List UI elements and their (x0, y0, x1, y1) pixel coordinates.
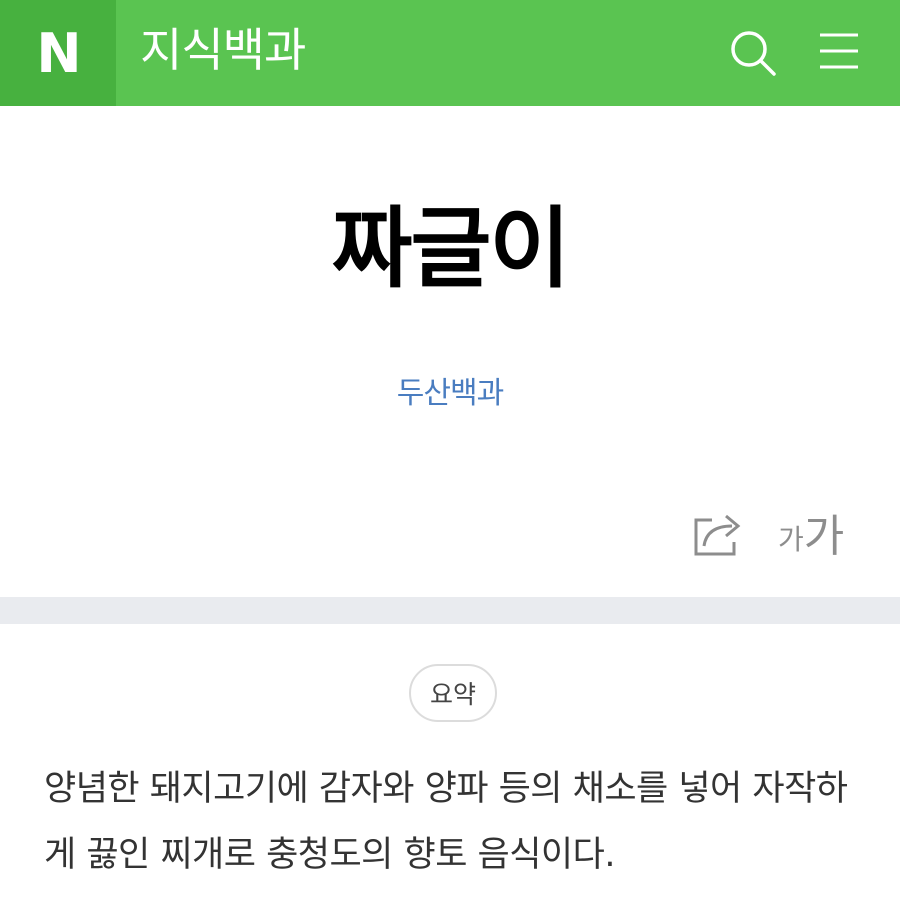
naver-logo[interactable]: N (0, 0, 116, 106)
article-header: 짜글이 두산백과 가 가 (0, 106, 900, 596)
summary-text: 양념한 돼지고기에 감자와 양파 등의 채소를 넣어 자작하게 끓인 찌개로 충… (44, 769, 848, 875)
share-button[interactable] (690, 508, 748, 560)
font-size-large-label: 가 (803, 511, 845, 562)
source-link[interactable]: 두산백과 (0, 374, 900, 414)
menu-icon (820, 33, 858, 69)
share-icon (694, 514, 741, 556)
logo-letter: N (36, 21, 81, 85)
summary-section: 요약 양념한 돼지고기에 감자와 양파 등의 채소를 넣어 자작하게 끓인 찌개… (0, 624, 900, 902)
article-title: 짜글이 (331, 197, 571, 300)
summary-badge: 요약 (409, 664, 497, 722)
site-title[interactable]: 지식백과 (140, 22, 306, 78)
section-divider (0, 597, 900, 624)
menu-button[interactable] (812, 26, 866, 80)
font-size-small-label: 가 (778, 523, 804, 556)
font-size-button[interactable]: 가 가 (778, 506, 858, 562)
search-icon (731, 31, 776, 76)
search-button[interactable] (726, 26, 780, 80)
top-navigation-bar: N 지식백과 (0, 0, 900, 106)
